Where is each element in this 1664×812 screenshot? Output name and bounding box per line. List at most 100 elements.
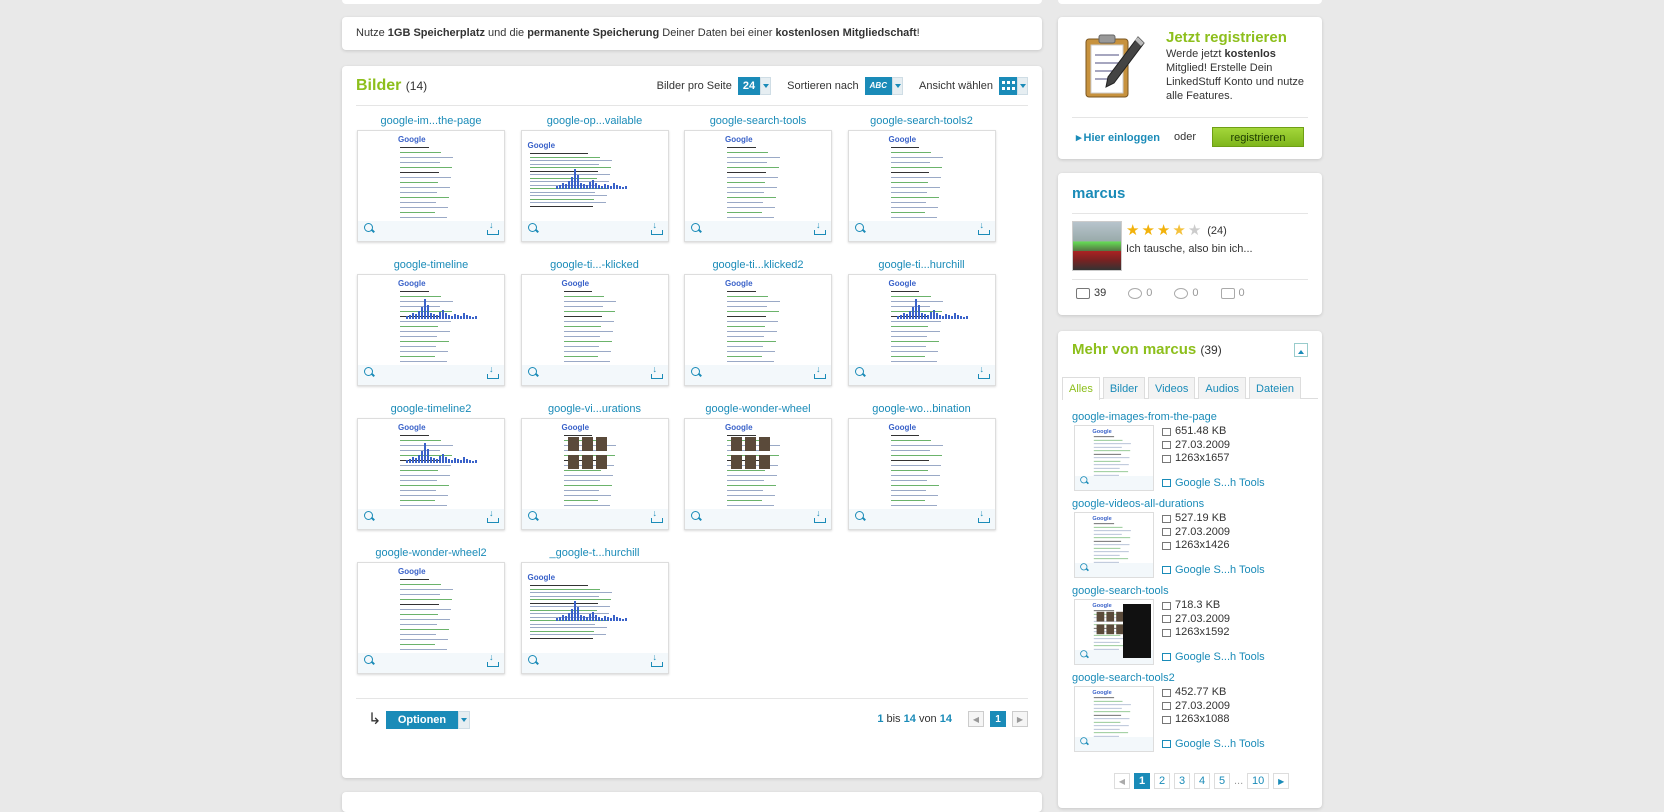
download-icon[interactable]: [650, 508, 663, 523]
current-page[interactable]: 1: [990, 711, 1006, 727]
image-caption-link[interactable]: google-search-tools2: [847, 114, 997, 128]
zoom-icon[interactable]: [854, 511, 867, 523]
download-icon[interactable]: [813, 508, 826, 523]
image-thumbnail[interactable]: Google: [520, 130, 669, 242]
prev-page-button[interactable]: ◀: [968, 711, 984, 727]
image-caption-link[interactable]: google-wonder-wheel2: [356, 546, 506, 560]
image-caption-link[interactable]: google-ti...-klicked: [520, 258, 670, 272]
image-thumbnail[interactable]: Google: [684, 418, 832, 530]
tab-videos[interactable]: Videos: [1147, 377, 1196, 399]
download-icon[interactable]: [977, 508, 990, 523]
image-thumbnail[interactable]: Google: [847, 130, 996, 242]
tab-alles[interactable]: Alles: [1062, 377, 1100, 400]
next-page-button[interactable]: ▶: [1012, 711, 1028, 727]
zoom-icon[interactable]: [1080, 737, 1090, 747]
prev-page-button[interactable]: ◀: [1114, 773, 1130, 789]
star-icon[interactable]: ★: [1141, 223, 1154, 238]
register-button[interactable]: registrieren: [1212, 127, 1304, 147]
stat-videos[interactable]: 0: [1128, 287, 1152, 299]
options-dropdown[interactable]: Optionen: [386, 711, 470, 729]
avatar[interactable]: [1072, 221, 1122, 271]
star-icon[interactable]: ★: [1157, 223, 1170, 238]
sort-dropdown[interactable]: ABC: [864, 77, 903, 95]
album-link[interactable]: Google S...h Tools: [1162, 564, 1265, 576]
stat-images[interactable]: 39: [1076, 287, 1106, 299]
album-link[interactable]: Google S...h Tools: [1162, 477, 1265, 489]
download-icon[interactable]: [486, 220, 499, 235]
image-thumbnail[interactable]: Google: [357, 274, 505, 386]
image-caption-link[interactable]: google-wo...bination: [847, 402, 997, 416]
image-caption-link[interactable]: google-search-tools: [683, 114, 833, 128]
zoom-icon[interactable]: [364, 511, 376, 523]
album-link[interactable]: Google S...h Tools: [1162, 738, 1265, 750]
download-icon[interactable]: [813, 220, 826, 235]
zoom-icon[interactable]: [691, 511, 703, 523]
star-icon[interactable]: ★: [1126, 223, 1139, 238]
image-thumbnail[interactable]: Google: [520, 274, 669, 386]
zoom-icon[interactable]: [364, 655, 376, 667]
view-dropdown[interactable]: [999, 77, 1028, 95]
zoom-icon[interactable]: [527, 511, 540, 523]
page-3-button[interactable]: 3: [1174, 773, 1190, 789]
star-icon[interactable]: ★: [1188, 223, 1201, 238]
page-4-button[interactable]: 4: [1194, 773, 1210, 789]
login-link[interactable]: Hier einloggen: [1076, 131, 1160, 144]
zoom-icon[interactable]: [1080, 563, 1090, 573]
page-5-button[interactable]: 5: [1214, 773, 1230, 789]
star-icon[interactable]: ★: [1172, 223, 1185, 238]
zoom-icon[interactable]: [1080, 650, 1090, 660]
item-title-link[interactable]: google-search-tools2: [1072, 672, 1175, 684]
user-name[interactable]: marcus: [1072, 185, 1125, 202]
stat-files[interactable]: 0: [1220, 287, 1245, 299]
collapse-button[interactable]: [1294, 343, 1308, 357]
album-link[interactable]: Google S...h Tools: [1162, 651, 1265, 663]
image-thumbnail[interactable]: Google: [684, 130, 832, 242]
page-2-button[interactable]: 2: [1154, 773, 1170, 789]
download-icon[interactable]: [486, 364, 499, 379]
page-1-button[interactable]: 1: [1134, 773, 1150, 789]
zoom-icon[interactable]: [854, 367, 867, 379]
image-caption-link[interactable]: google-timeline2: [356, 402, 506, 416]
per-page-dropdown[interactable]: 24: [737, 77, 772, 95]
download-icon[interactable]: [486, 652, 499, 667]
image-caption-link[interactable]: google-vi...urations: [520, 402, 670, 416]
zoom-icon[interactable]: [691, 223, 703, 235]
download-icon[interactable]: [977, 364, 990, 379]
image-thumbnail[interactable]: Google: [357, 418, 505, 530]
image-thumbnail[interactable]: Google: [847, 274, 996, 386]
image-caption-link[interactable]: google-im...the-page: [356, 114, 506, 128]
item-thumbnail[interactable]: Google: [1074, 599, 1154, 665]
zoom-icon[interactable]: [527, 223, 540, 235]
item-title-link[interactable]: google-videos-all-durations: [1072, 498, 1204, 510]
download-icon[interactable]: [650, 220, 663, 235]
zoom-icon[interactable]: [691, 367, 703, 379]
item-title-link[interactable]: google-images-from-the-page: [1072, 411, 1217, 423]
download-icon[interactable]: [486, 508, 499, 523]
next-page-button[interactable]: ▶: [1273, 773, 1290, 789]
download-icon[interactable]: [977, 220, 990, 235]
image-caption-link[interactable]: google-ti...klicked2: [683, 258, 833, 272]
image-caption-link[interactable]: _google-t...hurchill: [520, 546, 670, 560]
zoom-icon[interactable]: [364, 223, 376, 235]
image-caption-link[interactable]: google-timeline: [356, 258, 506, 272]
download-icon[interactable]: [650, 364, 663, 379]
zoom-icon[interactable]: [364, 367, 376, 379]
download-icon[interactable]: [650, 652, 663, 667]
image-caption-link[interactable]: google-ti...hurchill: [847, 258, 997, 272]
item-thumbnail[interactable]: Google: [1074, 512, 1154, 578]
item-thumbnail[interactable]: Google: [1074, 686, 1154, 752]
page-10-button[interactable]: 10: [1247, 773, 1270, 789]
zoom-icon[interactable]: [527, 655, 540, 667]
image-thumbnail[interactable]: Google: [520, 562, 669, 674]
image-caption-link[interactable]: google-op...vailable: [520, 114, 670, 128]
tab-dateien[interactable]: Dateien: [1249, 377, 1301, 399]
image-thumbnail[interactable]: Google: [847, 418, 996, 530]
zoom-icon[interactable]: [527, 367, 540, 379]
image-caption-link[interactable]: google-wonder-wheel: [683, 402, 833, 416]
stat-audios[interactable]: 0: [1174, 287, 1199, 299]
tab-audios[interactable]: Audios: [1198, 377, 1247, 399]
tab-bilder[interactable]: Bilder: [1102, 377, 1145, 399]
image-thumbnail[interactable]: Google: [357, 130, 505, 242]
image-thumbnail[interactable]: Google: [684, 274, 832, 386]
zoom-icon[interactable]: [854, 223, 867, 235]
